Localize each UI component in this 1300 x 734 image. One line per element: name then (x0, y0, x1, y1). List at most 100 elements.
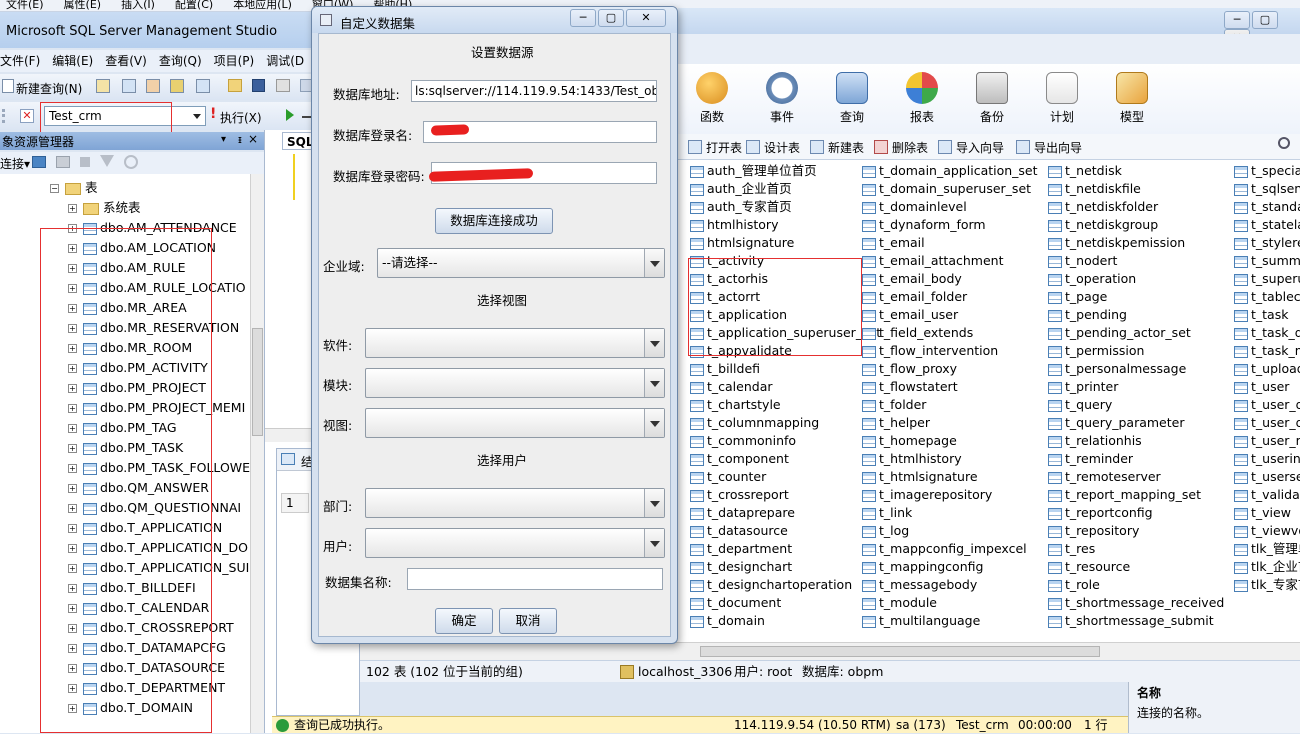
filter-icon[interactable] (100, 155, 114, 167)
table-list-item[interactable]: t_module (862, 594, 937, 612)
table-list-item[interactable]: t_domain (690, 612, 765, 630)
open-table-button[interactable]: 打开表 (688, 139, 742, 156)
table-list-item[interactable]: t_viewvo (1234, 522, 1300, 540)
table-list-item[interactable]: t_personalmessage (1048, 360, 1186, 378)
table-list-item[interactable]: htmlsignature (690, 234, 794, 252)
chevron-down-icon[interactable] (644, 489, 664, 517)
menu-debug[interactable]: 调试(D (266, 54, 304, 68)
chevron-down-icon[interactable] (644, 249, 664, 277)
top-menu-item[interactable]: 配置(C) (175, 0, 213, 11)
table-list-item[interactable]: t_mappconfig_impexcel (862, 540, 1027, 558)
dropdown-icon[interactable]: ▾ (221, 134, 226, 145)
table-list-item[interactable]: tlk_管理单 (1234, 540, 1300, 558)
table-list-item[interactable]: t_role (1048, 576, 1100, 594)
table-list-item[interactable]: t_imagerepository (862, 486, 992, 504)
table-list-item[interactable]: t_query_parameter (1048, 414, 1184, 432)
maximize-icon[interactable]: ▢ (1252, 11, 1278, 29)
table-list-item[interactable]: t_netdiskfolder (1048, 198, 1158, 216)
table-list-item[interactable]: t_reportconfig (1048, 504, 1153, 522)
design-table-button[interactable]: 设计表 (746, 139, 800, 156)
collapse-icon[interactable]: − (50, 184, 59, 193)
xmla-icon[interactable] (196, 79, 210, 93)
table-list-item[interactable]: tlk_企业首 (1234, 558, 1300, 576)
table-list-item[interactable]: t_flowstatert (862, 378, 958, 396)
table-list-item[interactable]: t_shortmessage_submit (1048, 612, 1214, 630)
delete-table-button[interactable]: 删除表 (874, 139, 928, 156)
dialog-titlebar[interactable]: 自定义数据集 ─ ▢ ✕ (312, 7, 677, 33)
scrollbar-thumb[interactable] (700, 646, 1100, 657)
table-list-item[interactable]: t_query (1048, 396, 1112, 414)
chevron-down-icon[interactable] (644, 529, 664, 557)
maximize-icon[interactable]: ▢ (598, 9, 624, 27)
refresh-icon[interactable] (124, 155, 138, 169)
table-list-item[interactable]: t_page (1048, 288, 1107, 306)
minimize-icon[interactable]: ─ (1224, 11, 1250, 29)
table-list-item[interactable]: t_email_body (862, 270, 962, 288)
new-table-button[interactable]: 新建表 (810, 139, 864, 156)
table-list-item[interactable]: t_messagebody (862, 576, 977, 594)
expand-icon[interactable]: + (68, 204, 77, 213)
table-list-item[interactable]: t_dataprepare (690, 504, 795, 522)
table-list-item[interactable]: t_email (862, 234, 925, 252)
top-menu-item[interactable]: 插入(I) (121, 0, 155, 11)
print-icon[interactable] (276, 79, 290, 92)
search-icon[interactable] (1278, 137, 1290, 149)
table-list-item[interactable]: t_resource (1048, 558, 1130, 576)
table-list-item[interactable]: t_designchartoperation (690, 576, 852, 594)
cancel-button[interactable]: 取消 (499, 608, 557, 634)
table-list-item[interactable]: t_res (1048, 540, 1095, 558)
table-list-item[interactable]: t_chartstyle (690, 396, 781, 414)
menu-query[interactable]: 查询(Q) (159, 54, 202, 68)
table-list-item[interactable]: t_htmlsignature (862, 468, 978, 486)
ribbon-events[interactable]: 事件 (752, 72, 812, 125)
table-list-item[interactable]: t_superu (1234, 270, 1300, 288)
table-list-item[interactable]: t_user_de (1234, 396, 1300, 414)
new-file-icon[interactable] (96, 79, 110, 93)
chevron-down-icon[interactable] (644, 369, 664, 397)
table-list-item[interactable]: t_tablecc (1234, 288, 1300, 306)
table-list-item[interactable]: t_billdefi (690, 360, 760, 378)
table-list-item[interactable]: t_netdiskfile (1048, 180, 1141, 198)
ribbon-model[interactable]: 模型 (1102, 72, 1162, 125)
table-list-item[interactable]: t_mappingconfig (862, 558, 983, 576)
table-list-item[interactable]: t_email_attachment (862, 252, 1003, 270)
table-list-item[interactable]: t_homepage (862, 432, 957, 450)
new-query-button[interactable]: 新建查询(N) (16, 80, 82, 97)
connect-button[interactable]: 连接▾ (0, 155, 30, 172)
table-list-item[interactable]: auth_专家首页 (690, 198, 792, 216)
top-menu-item[interactable]: 本地应用(L) (233, 0, 292, 11)
table-list-item[interactable]: t_domain_application_set (862, 162, 1038, 180)
menu-file[interactable]: 文件(F) (0, 54, 40, 68)
table-list-item[interactable]: t_flow_proxy (862, 360, 957, 378)
table-list-item[interactable]: t_datasource (690, 522, 788, 540)
table-list-item[interactable]: t_counter (690, 468, 766, 486)
table-list-item[interactable]: t_repository (1048, 522, 1139, 540)
chevron-down-icon[interactable] (644, 409, 664, 437)
execute-button[interactable]: 执行(X) (220, 109, 262, 126)
navicat-hscroll[interactable] (360, 642, 1300, 660)
table-list-item[interactable]: t_userinfo (1234, 450, 1300, 468)
table-list-item[interactable]: t_department (690, 540, 792, 558)
table-list-item[interactable]: t_multilanguage (862, 612, 980, 630)
table-list-item[interactable]: t_printer (1048, 378, 1118, 396)
minimize-icon[interactable]: ─ (570, 9, 596, 27)
table-list-item[interactable]: t_htmlhistory (862, 450, 962, 468)
table-list-item[interactable]: t_netdisk (1048, 162, 1122, 180)
table-list-item[interactable]: t_standa (1234, 198, 1300, 216)
table-list-item[interactable]: t_calendar (690, 378, 773, 396)
table-list-item[interactable]: t_remoteserver (1048, 468, 1161, 486)
table-list-item[interactable]: t_link (862, 504, 912, 522)
editor-hscroll[interactable] (265, 428, 317, 442)
table-list-item[interactable]: t_helper (862, 414, 930, 432)
close-icon[interactable]: × (248, 132, 258, 146)
table-list-item[interactable]: t_user_ro (1234, 432, 1300, 450)
table-list-item[interactable]: t_sqlsent (1234, 180, 1300, 198)
dataset-name-input[interactable] (407, 568, 663, 590)
tree-node-system-tables[interactable]: + 系统表 (68, 198, 141, 218)
menu-edit[interactable]: 编辑(E) (52, 54, 93, 68)
table-list-item[interactable]: t_pending (1048, 306, 1127, 324)
table-list-item[interactable]: t_netdiskgroup (1048, 216, 1158, 234)
table-list-item[interactable]: t_email_folder (862, 288, 967, 306)
ribbon-functions[interactable]: 函数 (682, 72, 742, 125)
user-select[interactable] (365, 528, 665, 558)
